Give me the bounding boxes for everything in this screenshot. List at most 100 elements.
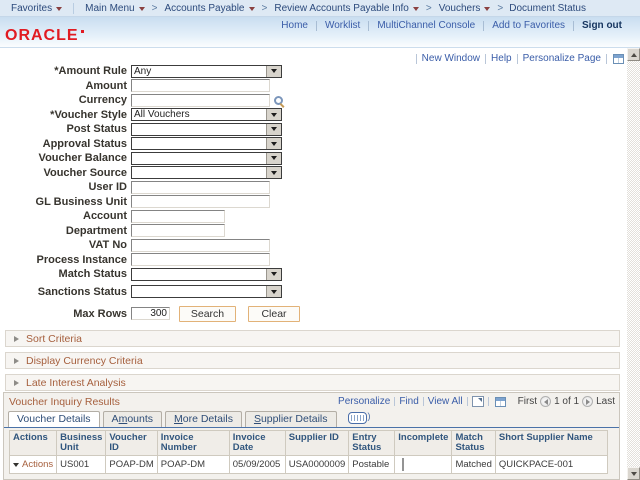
account-input[interactable] xyxy=(131,209,225,223)
zoom-popup-icon[interactable] xyxy=(471,396,484,407)
section-sort-criteria[interactable]: Sort Criteria xyxy=(5,330,620,347)
tab-voucher-details[interactable]: Voucher Details xyxy=(8,411,100,427)
amount-rule-select[interactable]: Any xyxy=(131,64,282,78)
breadcrumb-current: Document Status xyxy=(509,2,586,14)
add-to-favorites-link[interactable]: Add to Favorites xyxy=(484,20,573,31)
col-actions: Actions xyxy=(8,430,58,456)
approval-status-select[interactable] xyxy=(131,137,282,151)
section-display-currency-criteria[interactable]: Display Currency Criteria xyxy=(5,352,620,369)
clear-button[interactable]: Clear xyxy=(248,305,300,322)
dropdown-arrow-icon[interactable] xyxy=(266,138,281,150)
divider xyxy=(73,2,75,14)
divider xyxy=(466,397,468,406)
worklist-link[interactable]: Worklist xyxy=(317,20,368,31)
download-grid-icon[interactable] xyxy=(494,396,506,407)
personalize-page-link[interactable]: Personalize Page xyxy=(518,53,606,64)
section-label: Sort Criteria xyxy=(26,332,83,345)
page-links: New Window Help Personalize Page xyxy=(415,53,624,64)
breadcrumb-accounts-payable[interactable]: Accounts Payable xyxy=(159,3,259,14)
voucher-style-label: *Voucher Style xyxy=(50,108,127,121)
max-rows-input[interactable] xyxy=(131,307,170,320)
dropdown-arrow-icon[interactable] xyxy=(266,286,281,298)
process-instance-input[interactable] xyxy=(131,253,270,267)
help-link[interactable]: Help xyxy=(486,53,517,64)
multichannel-console-link[interactable]: MultiChannel Console xyxy=(369,20,483,31)
breadcrumb-vouchers[interactable]: Vouchers xyxy=(434,3,496,14)
breadcrumb: Favorites Main Menu > Accounts Payable >… xyxy=(0,0,640,17)
pager-first-label: First xyxy=(517,396,538,407)
search-button[interactable]: Search xyxy=(179,305,236,322)
search-form: *Amount Rule Any Amount Currency *Vouche… xyxy=(0,64,300,322)
section-late-interest-analysis[interactable]: Late Interest Analysis xyxy=(5,374,620,391)
divider xyxy=(0,47,640,48)
breadcrumb-separator: > xyxy=(425,2,432,14)
view-all-link[interactable]: View All xyxy=(424,396,467,407)
sanctions-status-select[interactable] xyxy=(131,285,282,299)
oracle-trademark xyxy=(80,30,84,33)
personalize-layout-icon[interactable] xyxy=(613,53,624,64)
col-short-supplier-name: Short Supplier Name xyxy=(494,430,608,456)
new-window-link[interactable]: New Window xyxy=(417,53,485,64)
voucher-source-select[interactable] xyxy=(131,166,282,180)
col-voucher-id: Voucher ID xyxy=(105,430,158,456)
favorites-menu[interactable]: Favorites xyxy=(6,3,67,14)
gl-business-unit-input[interactable] xyxy=(131,195,270,209)
approval-status-label: Approval Status xyxy=(42,137,127,150)
tab-more-details[interactable]: More Details xyxy=(165,411,242,427)
dropdown-arrow-icon[interactable] xyxy=(266,109,281,121)
dropdown-arrow-icon[interactable] xyxy=(266,123,281,135)
vertical-scrollbar[interactable] xyxy=(627,48,640,480)
divider xyxy=(487,397,489,406)
row-actions-menu[interactable]: Actions xyxy=(13,459,53,470)
scroll-up-icon[interactable] xyxy=(627,48,640,61)
col-business-unit: Business Unit xyxy=(56,430,107,456)
user-id-input[interactable] xyxy=(131,180,270,194)
main-menu[interactable]: Main Menu xyxy=(80,3,149,14)
results-header: Voucher Inquiry Results Personalize Find… xyxy=(4,393,619,409)
cell-invoice-number: POAP-DM xyxy=(156,455,230,474)
department-input[interactable] xyxy=(131,224,225,238)
col-supplier-id: Supplier ID xyxy=(284,430,350,456)
dropdown-arrow-icon[interactable] xyxy=(266,65,281,77)
home-link[interactable]: Home xyxy=(273,20,316,31)
voucher-style-select[interactable]: All Vouchers xyxy=(131,108,282,122)
process-instance-label: Process Instance xyxy=(36,253,128,266)
gl-business-unit-label: GL Business Unit xyxy=(35,195,127,208)
expand-arrow-icon xyxy=(14,335,19,342)
voucher-balance-select[interactable] xyxy=(131,151,282,165)
previous-row-icon[interactable] xyxy=(540,396,552,407)
vat-no-label: VAT No xyxy=(88,239,127,252)
expand-arrow-icon xyxy=(14,379,19,386)
amount-input[interactable] xyxy=(131,79,270,93)
tab-supplier-details[interactable]: Supplier Details xyxy=(244,411,337,427)
show-all-columns-icon[interactable] xyxy=(347,411,371,424)
currency-label: Currency xyxy=(78,94,127,107)
dropdown-arrow-icon[interactable] xyxy=(266,268,281,280)
personalize-link[interactable]: Personalize xyxy=(334,396,394,407)
scroll-down-icon[interactable] xyxy=(627,467,640,480)
header-links: Home Worklist MultiChannel Console Add t… xyxy=(273,20,630,31)
breadcrumb-review-ap-info[interactable]: Review Accounts Payable Info xyxy=(269,3,424,14)
chevron-down-icon xyxy=(13,462,19,467)
dropdown-arrow-icon[interactable] xyxy=(266,167,281,179)
sign-out-link[interactable]: Sign out xyxy=(574,20,630,31)
dropdown-arrow-icon[interactable] xyxy=(266,152,281,164)
tab-amounts[interactable]: Amounts xyxy=(102,411,162,427)
chevron-down-icon xyxy=(138,6,145,11)
section-label: Display Currency Criteria xyxy=(26,354,143,367)
lookup-magnifier-icon[interactable] xyxy=(272,94,285,107)
currency-input[interactable] xyxy=(131,93,270,107)
vat-no-input[interactable] xyxy=(131,238,270,252)
next-row-icon[interactable] xyxy=(582,396,594,407)
col-incomplete: Incomplete xyxy=(394,430,453,456)
table-header-row: Actions Business Unit Voucher ID Invoice… xyxy=(8,430,608,456)
chevron-down-icon xyxy=(248,6,255,11)
cell-short-supplier-name: QUICKPACE-001 xyxy=(494,455,608,474)
find-link[interactable]: Find xyxy=(395,396,422,407)
match-status-select[interactable] xyxy=(131,267,282,281)
breadcrumb-separator: > xyxy=(497,2,504,14)
voucher-source-label: Voucher Source xyxy=(43,166,127,179)
voucher-inquiry-results: Voucher Inquiry Results Personalize Find… xyxy=(3,392,620,480)
results-table: Actions Business Unit Voucher ID Invoice… xyxy=(8,430,608,474)
post-status-select[interactable] xyxy=(131,122,282,136)
